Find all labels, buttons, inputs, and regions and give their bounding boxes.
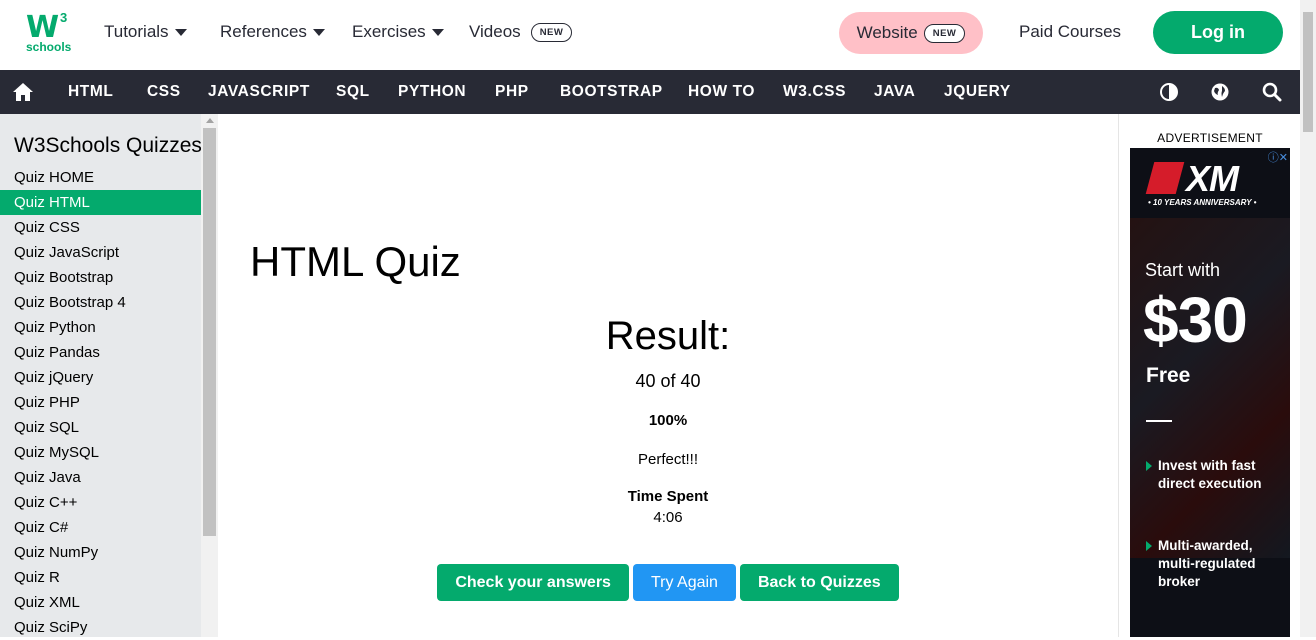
ad-amount: $30 (1143, 284, 1248, 356)
sidebar-scroll-thumb[interactable] (203, 128, 216, 536)
sidebar-item-quiz-pandas[interactable]: Quiz Pandas (0, 340, 201, 365)
caret-down-icon (312, 28, 325, 36)
sidebar-item-quiz-html[interactable]: Quiz HTML (0, 190, 201, 215)
sidebar-list: Quiz HOME Quiz HTML Quiz CSS Quiz JavaSc… (0, 165, 201, 640)
right-column: ADVERTISEMENT ⓘ✕ XM • 10 YEARS ANNIVERSA… (1118, 114, 1300, 637)
nav-tutorials[interactable]: Tutorials (104, 22, 187, 42)
sidebar-item-quiz-python[interactable]: Quiz Python (0, 315, 201, 340)
topic-python[interactable]: PYTHON (398, 70, 466, 114)
score-text: 40 of 40 (635, 371, 701, 391)
sidebar-item-quiz-numpy[interactable]: Quiz NumPy (0, 540, 201, 565)
ad-start-text: Start with (1145, 260, 1221, 280)
ad-close-icon[interactable]: ⓘ✕ (1268, 149, 1288, 165)
nav-videos[interactable]: Videos NEW (469, 22, 573, 42)
topic-how-to[interactable]: HOW TO (688, 70, 755, 114)
contrast-icon[interactable] (1158, 81, 1180, 103)
main-content: HTML Quiz Result: 40 of 40 100% Perfect!… (218, 114, 1118, 637)
top-header: W 3 schools Tutorials References Exercis… (0, 0, 1300, 70)
sidebar-scrollbar[interactable] (201, 114, 218, 637)
advertisement-label: ADVERTISEMENT (1157, 131, 1263, 145)
ad-divider (1146, 420, 1172, 422)
w3schools-logo[interactable]: W 3 schools (24, 10, 76, 58)
sidebar-item-quiz-php[interactable]: Quiz PHP (0, 390, 201, 415)
sidebar-item-quiz-jquery[interactable]: Quiz jQuery (0, 365, 201, 390)
nav-exercises[interactable]: Exercises (352, 22, 444, 42)
sidebar: W3Schools Quizzes Quiz HOME Quiz HTML Qu… (0, 114, 218, 637)
topic-bootstrap[interactable]: BOOTSTRAP (560, 70, 663, 114)
result-actions: Check your answers Try Again Back to Qui… (218, 564, 1118, 601)
sidebar-item-quiz-scipy[interactable]: Quiz SciPy (0, 615, 201, 640)
nav-references[interactable]: References (220, 22, 325, 42)
nav-references-label: References (220, 22, 307, 41)
nav-videos-label: Videos (469, 22, 521, 41)
sidebar-item-quiz-mysql[interactable]: Quiz MySQL (0, 440, 201, 465)
sidebar-item-quiz-css[interactable]: Quiz CSS (0, 215, 201, 240)
topic-css[interactable]: CSS (147, 70, 181, 114)
result-heading: Result: (605, 314, 731, 358)
try-again-button[interactable]: Try Again (632, 564, 736, 601)
ad-anniversary: • 10 YEARS ANNIVERSARY • (1148, 198, 1257, 207)
time-spent-value: 4:06 (653, 509, 683, 526)
website-label: Website (856, 23, 918, 42)
sidebar-title: W3Schools Quizzes (14, 134, 202, 157)
advertisement-banner[interactable]: ⓘ✕ XM • 10 YEARS ANNIVERSARY • Start wit… (1130, 148, 1290, 637)
page-title: HTML Quiz (250, 238, 461, 285)
sidebar-item-quiz-bootstrap-4[interactable]: Quiz Bootstrap 4 (0, 290, 201, 315)
new-badge: NEW (530, 22, 573, 42)
time-spent-label: Time Spent (627, 488, 709, 505)
caret-down-icon (174, 28, 187, 36)
ad-bullet-2: Multi-awarded, multi-regulated broker (1146, 537, 1286, 591)
check-answers-button[interactable]: Check your answers (437, 564, 629, 601)
website-button[interactable]: Website NEW (839, 12, 983, 54)
topics-nav: HTML CSS JAVASCRIPT SQL PYTHON PHP BOOTS… (0, 70, 1300, 114)
sidebar-item-quiz-r[interactable]: Quiz R (0, 565, 201, 590)
topic-jquery[interactable]: JQUERY (944, 70, 1011, 114)
result-block: Result: 40 of 40 100% Perfect!!! Time Sp… (218, 314, 1118, 526)
ad-bullet-1: Invest with fast direct execution (1146, 457, 1286, 493)
topic-w3css[interactable]: W3.CSS (783, 70, 846, 114)
sidebar-item-quiz-xml[interactable]: Quiz XML (0, 590, 201, 615)
page-scrollbar[interactable] (1300, 0, 1316, 637)
page-scroll-thumb[interactable] (1303, 12, 1313, 132)
logo-superscript: 3 (60, 10, 68, 25)
login-button[interactable]: Log in (1153, 11, 1283, 54)
topic-java[interactable]: JAVA (874, 70, 915, 114)
sidebar-item-quiz-javascript[interactable]: Quiz JavaScript (0, 240, 201, 265)
percent-text: 100% (648, 412, 688, 429)
logo-text: schools (26, 40, 72, 54)
sidebar-item-quiz-bootstrap[interactable]: Quiz Bootstrap (0, 265, 201, 290)
ad-brand: XM (1186, 158, 1239, 199)
result-message: Perfect!!! (637, 451, 699, 468)
sidebar-item-quiz-sql[interactable]: Quiz SQL (0, 415, 201, 440)
nav-exercises-label: Exercises (352, 22, 426, 41)
sidebar-item-quiz-java[interactable]: Quiz Java (0, 465, 201, 490)
back-to-quizzes-button[interactable]: Back to Quizzes (739, 564, 899, 601)
nav-tutorials-label: Tutorials (104, 22, 169, 41)
globe-icon[interactable] (1209, 81, 1231, 103)
ad-free: Free (1146, 364, 1191, 387)
scroll-up-arrow-icon[interactable] (206, 118, 214, 123)
sidebar-item-quiz-csharp[interactable]: Quiz C# (0, 515, 201, 540)
new-badge: NEW (923, 23, 966, 43)
topic-php[interactable]: PHP (495, 70, 529, 114)
topic-javascript[interactable]: JAVASCRIPT (208, 70, 310, 114)
search-icon[interactable] (1261, 81, 1283, 103)
topic-sql[interactable]: SQL (336, 70, 370, 114)
xm-bull-logo-icon (1145, 162, 1185, 194)
sidebar-item-quiz-home[interactable]: Quiz HOME (0, 165, 201, 190)
home-icon[interactable] (12, 81, 34, 103)
sidebar-item-quiz-cpp[interactable]: Quiz C++ (0, 490, 201, 515)
caret-down-icon (431, 28, 444, 36)
paid-courses-link[interactable]: Paid Courses (1019, 22, 1121, 42)
topic-html[interactable]: HTML (68, 70, 113, 114)
